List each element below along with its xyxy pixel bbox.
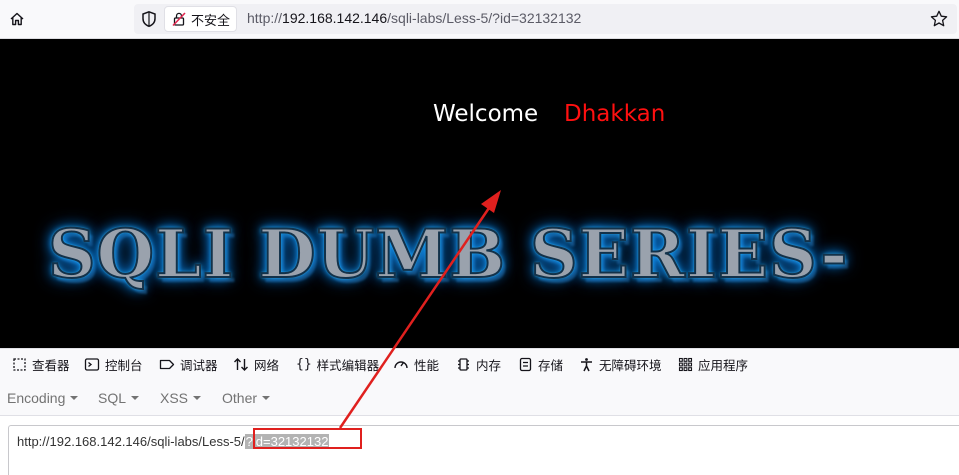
user-name-text: Dhakkan xyxy=(564,101,666,127)
url-host: 192.168.142.146 xyxy=(282,10,388,26)
sql-menu-label: SQL xyxy=(98,390,127,406)
tab-memory[interactable]: 内存 xyxy=(456,354,501,374)
braces-icon: {} xyxy=(296,356,312,372)
xss-menu[interactable]: XSS xyxy=(160,390,202,406)
tab-network-label: 网络 xyxy=(254,358,280,373)
accessibility-person-icon xyxy=(581,357,592,371)
tab-performance-label: 性能 xyxy=(414,358,440,373)
devtools-tabbar: 查看器 控制台 调试器 网络 {} 样式编辑器 性能 内存 存储 无障碍环境 应… xyxy=(0,348,959,380)
security-label: 不安全 xyxy=(191,12,231,28)
security-badge[interactable]: 不安全 xyxy=(164,6,238,32)
tab-style-editor[interactable]: {} 样式编辑器 xyxy=(296,354,379,374)
other-menu[interactable]: Other xyxy=(222,390,271,406)
tab-application[interactable]: 应用程序 xyxy=(678,354,748,374)
application-grid-icon xyxy=(678,357,693,371)
sql-menu[interactable]: SQL xyxy=(98,390,140,406)
url-text[interactable]: http://192.168.142.146/sqli-labs/Less-5/… xyxy=(247,10,581,26)
inspector-icon xyxy=(13,357,26,371)
shield-icon[interactable] xyxy=(140,10,158,28)
bookmark-star-icon[interactable] xyxy=(929,9,949,29)
welcome-text: Welcome xyxy=(433,101,539,127)
debugger-icon xyxy=(159,359,175,369)
memory-chip-icon xyxy=(458,357,469,371)
tab-accessibility-label: 无障碍环境 xyxy=(599,358,662,373)
tab-style-editor-label: 样式编辑器 xyxy=(316,358,380,373)
encoding-menu[interactable]: Encoding xyxy=(7,390,79,406)
chevron-down-icon xyxy=(262,396,271,401)
console-icon xyxy=(84,357,100,371)
tab-console-label: 控制台 xyxy=(105,358,143,373)
tab-inspector-label: 查看器 xyxy=(32,358,70,373)
sqli-dumb-series-banner: SQLI DUMB SERIES- xyxy=(47,214,849,294)
xss-menu-label: XSS xyxy=(160,390,189,406)
other-menu-label: Other xyxy=(222,390,258,406)
url-prefix: http:// xyxy=(247,10,283,26)
browser-toolbar: 不安全 http://192.168.142.146/sqli-labs/Les… xyxy=(0,0,959,39)
chevron-down-icon xyxy=(70,396,79,401)
tab-storage[interactable]: 存储 xyxy=(518,354,563,374)
hackbar-toolbar: Encoding SQL XSS Other xyxy=(0,379,959,416)
home-icon xyxy=(10,12,24,26)
chevron-down-icon xyxy=(193,396,202,401)
tab-network[interactable]: 网络 xyxy=(233,354,279,374)
tab-debugger[interactable]: 调试器 xyxy=(159,354,218,374)
tab-storage-label: 存储 xyxy=(538,358,564,373)
url-path: /sqli-labs/Less-5/?id=32132132 xyxy=(387,10,582,26)
page-viewport: Welcome Dhakkan SQLI DUMB SERIES- xyxy=(0,39,959,348)
home-button[interactable] xyxy=(6,8,28,30)
storage-icon xyxy=(519,357,532,371)
chevron-down-icon xyxy=(131,396,140,401)
tab-console[interactable]: 控制台 xyxy=(84,354,143,374)
network-arrows-icon xyxy=(234,357,248,371)
tab-debugger-label: 调试器 xyxy=(180,358,218,373)
tab-performance[interactable]: 性能 xyxy=(393,354,439,374)
tab-application-label: 应用程序 xyxy=(698,358,749,373)
hackbar-url-prefix: http://192.168.142.146/sqli-labs/Less-5/ xyxy=(17,434,245,449)
performance-gauge-icon xyxy=(394,360,408,368)
hackbar-url-textarea[interactable] xyxy=(8,425,959,475)
insecure-lock-icon xyxy=(172,12,186,27)
encoding-menu-label: Encoding xyxy=(7,390,66,406)
tab-memory-label: 内存 xyxy=(476,358,502,373)
annotation-highlight-box xyxy=(253,428,362,449)
tab-inspector[interactable]: 查看器 xyxy=(12,354,70,374)
tab-accessibility[interactable]: 无障碍环境 xyxy=(579,354,662,374)
